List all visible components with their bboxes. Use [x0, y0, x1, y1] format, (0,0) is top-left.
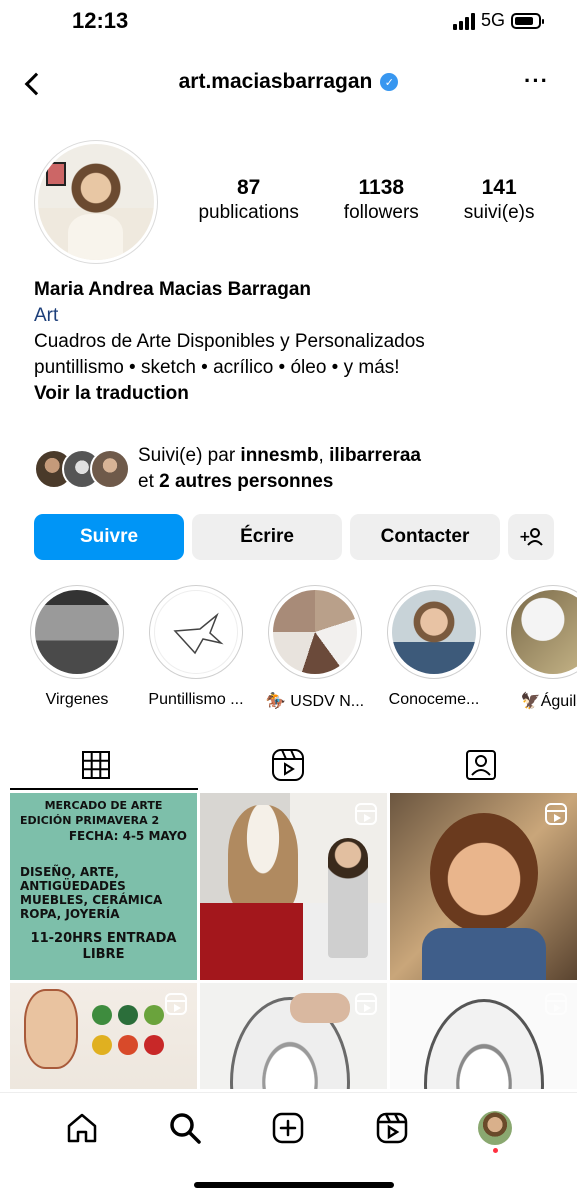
reel-badge-icon — [545, 993, 567, 1015]
highlight-item[interactable]: Puntillismo ... — [141, 585, 251, 709]
header-title: art.maciasbarragan ✓ — [0, 70, 577, 94]
nav-home[interactable] — [57, 1103, 107, 1153]
reel-badge-icon — [355, 803, 377, 825]
story-highlights: Virgenes Puntillismo ... 🏇 USDV N... Con… — [30, 585, 577, 715]
highlight-label: 🦅Águila — [520, 693, 577, 710]
profile-bio: Maria Andrea Macias Barragan Art Cuadros… — [34, 277, 554, 407]
create-post-icon — [273, 1112, 304, 1143]
profile-summary: 87 publications 1138 followers 141 suivi… — [0, 140, 577, 270]
username: art.maciasbarragan — [178, 70, 373, 93]
followed-by[interactable]: Suivi(e) par innesmb, ilibarreraa et 2 a… — [34, 443, 554, 499]
home-indicator[interactable] — [194, 1182, 394, 1188]
reels-icon — [376, 1112, 408, 1143]
profile-category[interactable]: Art — [34, 303, 554, 329]
tab-posts-grid[interactable] — [0, 740, 192, 790]
stat-followers[interactable]: 1138 followers — [344, 176, 419, 224]
follow-button[interactable]: Suivre — [34, 514, 184, 560]
post-thumbnail[interactable] — [10, 983, 197, 1089]
follower-avatars — [34, 449, 132, 493]
notification-dot — [493, 1147, 499, 1153]
poster-text: FECHA: 4-5 MAYO — [68, 829, 187, 843]
profile-name: Maria Andrea Macias Barragan — [34, 279, 312, 300]
post-thumbnail[interactable] — [200, 983, 387, 1089]
highlight-item[interactable]: Conoceme... — [379, 585, 489, 709]
highlight-cover — [511, 590, 577, 674]
stat-posts-value: 87 — [236, 176, 261, 199]
follower-username[interactable]: ilibarreraa — [329, 445, 421, 466]
status-bar: 12:13 5G — [0, 0, 577, 48]
network-type: 5G — [480, 10, 505, 30]
poster-text: MERCADO DE ARTE — [44, 799, 163, 812]
home-icon — [67, 1113, 96, 1142]
stat-followers-label: followers — [343, 202, 419, 223]
post-thumbnail[interactable] — [390, 983, 577, 1089]
highlight-cover — [154, 590, 238, 674]
poster-text: 11-20HRS ENTRADA LIBRE — [30, 931, 177, 962]
highlight-label: Virgenes — [45, 691, 109, 708]
add-user-icon: + — [519, 528, 543, 546]
highlight-item[interactable]: 🏇 USDV N... — [260, 585, 370, 711]
content-tabs — [0, 740, 577, 790]
nav-reels[interactable] — [367, 1103, 417, 1153]
posts-grid: MERCADO DE ARTE EDICIÓN PRIMAVERA 2 FECH… — [10, 793, 577, 1089]
nav-search[interactable] — [160, 1103, 210, 1153]
others-count[interactable]: 2 autres personnes — [159, 471, 333, 492]
highlight-label: Puntillismo ... — [148, 691, 244, 708]
signal-icon — [452, 12, 475, 30]
reel-badge-icon — [165, 993, 187, 1015]
active-tab-indicator — [10, 788, 198, 790]
followed-by-text: Suivi(e) par innesmb, ilibarreraa et 2 a… — [138, 445, 422, 492]
highlight-cover — [273, 590, 357, 674]
profile-avatar[interactable] — [34, 140, 158, 264]
profile-actions: Suivre Écrire Contacter + — [34, 514, 554, 560]
reels-icon — [272, 749, 305, 781]
tab-reels[interactable] — [192, 740, 384, 790]
reel-badge-icon — [355, 993, 377, 1015]
grid-icon — [82, 751, 111, 779]
stat-followers-value: 1138 — [358, 176, 405, 199]
post-thumbnail[interactable] — [200, 793, 387, 980]
reel-badge-icon — [545, 803, 567, 825]
battery-icon — [511, 12, 544, 29]
profile-avatar-icon — [478, 1110, 513, 1145]
follower-username[interactable]: innesmb — [240, 445, 318, 466]
status-indicators: 5G — [452, 10, 544, 31]
poster-text: DISEÑO, ARTE, ANTIGÜEDADES MUEBLES, CERÁ… — [20, 865, 163, 921]
search-icon — [170, 1112, 201, 1144]
profile-stats: 87 publications 1138 followers 141 suivi… — [176, 176, 557, 224]
status-time: 12:13 — [72, 8, 129, 33]
stat-following-value: 141 — [481, 176, 517, 199]
highlight-label: Conoceme... — [388, 691, 480, 708]
profile-header: art.maciasbarragan ✓ ··· — [0, 62, 577, 106]
highlight-item[interactable]: 🦅Águila — [498, 585, 577, 711]
highlight-label: 🏇 USDV N... — [265, 693, 365, 710]
bottom-navigation — [0, 1092, 577, 1162]
see-translation-link[interactable]: Voir la traduction — [34, 381, 554, 407]
stat-posts-label: publications — [198, 202, 299, 223]
tab-tagged[interactable] — [385, 740, 577, 790]
more-options-button[interactable]: ··· — [524, 68, 549, 94]
nav-create[interactable] — [263, 1103, 313, 1153]
bio-line: Cuadros de Arte Disponibles y Personaliz… — [34, 331, 425, 352]
stat-posts[interactable]: 87 publications — [198, 176, 298, 224]
tagged-person-icon — [465, 750, 496, 780]
verified-badge-icon: ✓ — [380, 73, 399, 91]
nav-profile[interactable] — [470, 1103, 520, 1153]
poster-text: EDICIÓN PRIMAVERA 2 — [20, 814, 160, 827]
highlight-cover — [35, 590, 119, 674]
stat-following[interactable]: 141 suivi(e)s — [464, 176, 535, 224]
post-thumbnail[interactable] — [390, 793, 577, 980]
contact-button[interactable]: Contacter — [350, 514, 500, 560]
add-user-button[interactable]: + — [508, 514, 554, 560]
highlight-cover — [392, 590, 476, 674]
avatar — [90, 449, 130, 489]
highlight-item[interactable]: Virgenes — [30, 585, 132, 709]
message-button[interactable]: Écrire — [192, 514, 342, 560]
post-thumbnail[interactable]: MERCADO DE ARTE EDICIÓN PRIMAVERA 2 FECH… — [10, 793, 197, 980]
stat-following-label: suivi(e)s — [463, 202, 535, 223]
bio-line: puntillismo • sketch • acrílico • óleo •… — [34, 357, 400, 378]
